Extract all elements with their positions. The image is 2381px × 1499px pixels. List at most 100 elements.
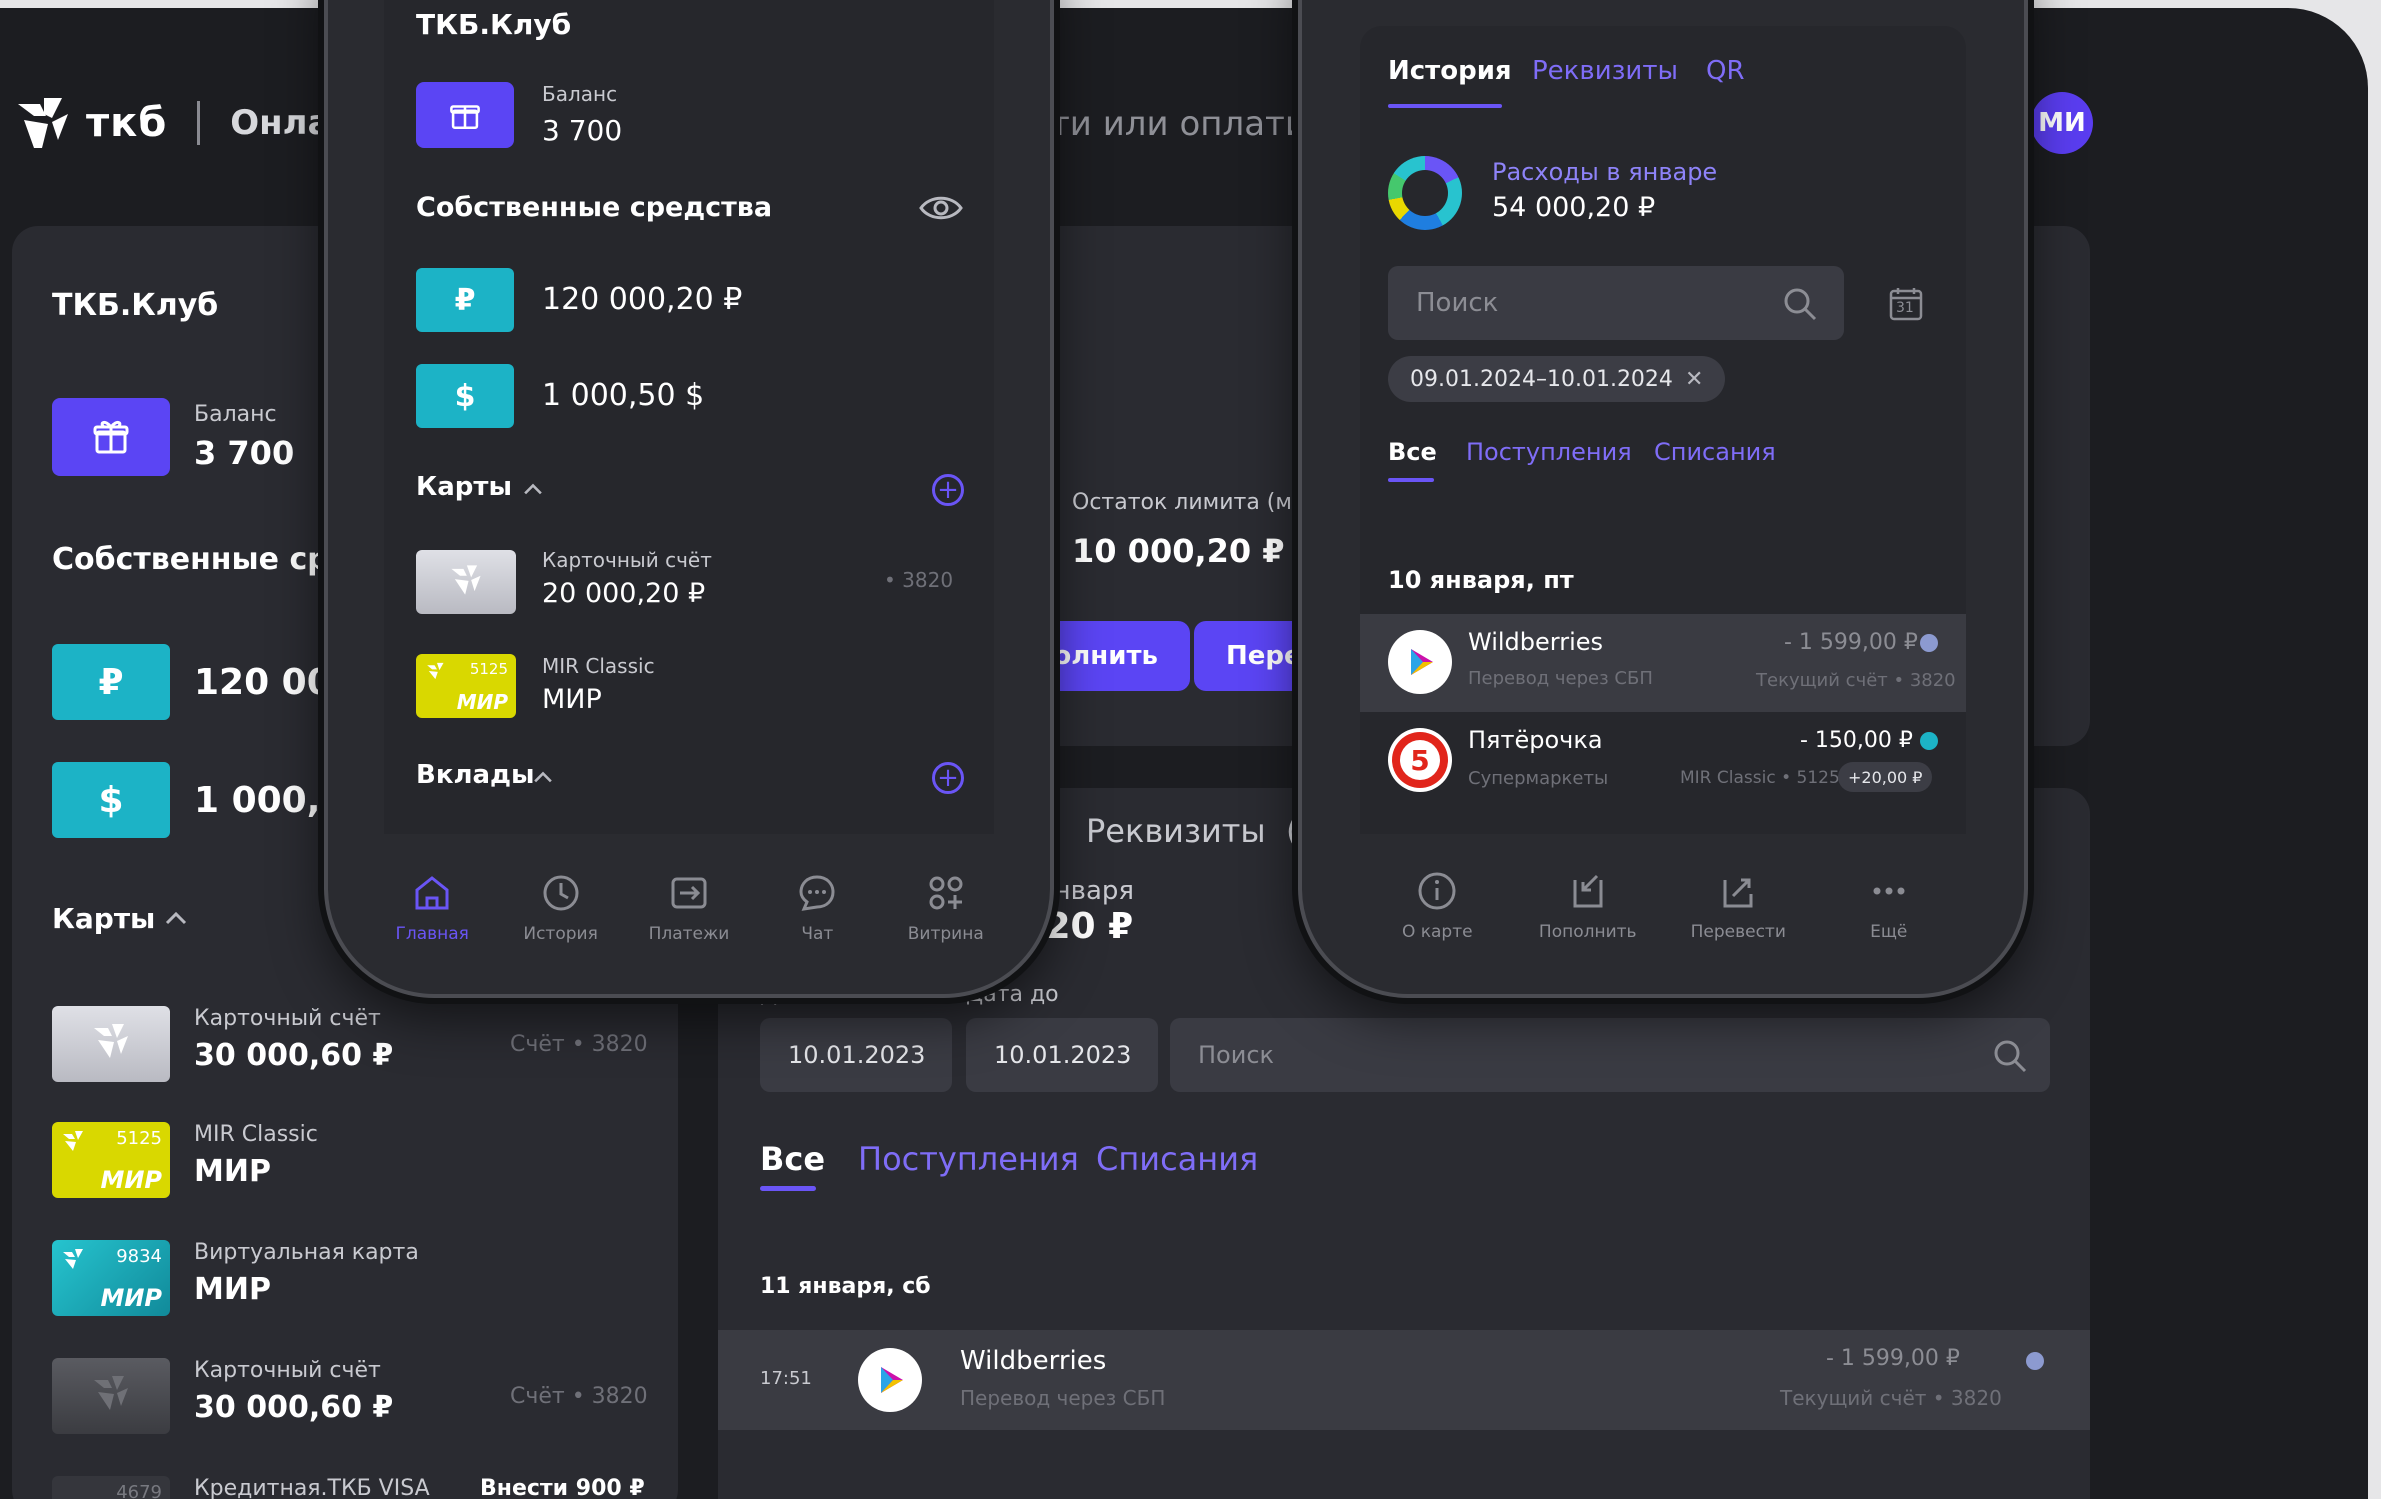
cards-title: Карты bbox=[416, 472, 512, 502]
card-thumbnail[interactable] bbox=[52, 1006, 170, 1082]
date-to-input[interactable]: 10.01.2023 bbox=[966, 1018, 1158, 1092]
search-input[interactable]: Поиск bbox=[1388, 266, 1844, 340]
tab-requisites[interactable]: Реквизиты bbox=[1532, 56, 1678, 86]
transaction-amount: - 1 599,00 ₽ bbox=[1784, 630, 1918, 655]
expenses-label: Расходы в январе bbox=[1492, 158, 1718, 186]
chat-icon bbox=[799, 875, 835, 911]
cards-title: Карты bbox=[52, 902, 156, 935]
nav-chat[interactable]: Чат bbox=[757, 872, 877, 944]
card-thumbnail[interactable]: 5125 МИР bbox=[416, 654, 516, 718]
nav-showcase[interactable]: Витрина bbox=[886, 872, 1006, 944]
tab-qr[interactable]: QR bbox=[1706, 56, 1745, 86]
donut-hole bbox=[1402, 170, 1448, 216]
dollar-icon: $ bbox=[98, 779, 124, 821]
eye-icon[interactable] bbox=[918, 192, 964, 224]
nav-payments[interactable]: Платежи bbox=[629, 872, 749, 944]
tab-requisites[interactable]: Реквизиты bbox=[1086, 812, 1266, 850]
transaction-row[interactable]: 5 Пятёрочка Супермаркеты - 150,00 ₽ MIR … bbox=[1360, 712, 1966, 810]
card-number: 5125 bbox=[116, 1128, 162, 1149]
active-tab-indicator bbox=[1388, 478, 1434, 482]
nav-label: Чат bbox=[801, 924, 834, 944]
nav-label: История bbox=[523, 924, 598, 944]
chevron-up-icon[interactable] bbox=[522, 482, 544, 496]
card-number: 9834 bbox=[116, 1246, 162, 1267]
card-thumbnail[interactable]: 5125 МИР bbox=[52, 1122, 170, 1198]
date-range-chip[interactable]: 09.01.2024–10.01.2024 ✕ bbox=[1388, 356, 1726, 402]
card-thumbnail[interactable]: 4679 bbox=[52, 1476, 170, 1499]
balance-label: Баланс bbox=[542, 82, 618, 106]
add-card-icon[interactable]: + bbox=[932, 474, 964, 506]
avatar[interactable]: МИ bbox=[2031, 92, 2093, 154]
tab-outgoing[interactable]: Списания bbox=[1096, 1140, 1258, 1178]
ruble-icon: ₽ bbox=[454, 282, 476, 318]
chevron-up-icon[interactable] bbox=[164, 910, 188, 926]
mir-brand: МИР bbox=[456, 690, 508, 714]
usd-account-tile[interactable]: $ bbox=[52, 762, 170, 838]
card-name: Карточный счёт bbox=[194, 1006, 381, 1031]
header-search-field[interactable]: ти или оплатит bbox=[1050, 104, 1327, 144]
rub-account-tile[interactable]: ₽ bbox=[416, 268, 514, 332]
status-icon bbox=[1920, 634, 1938, 652]
search-input[interactable]: Поиск bbox=[1170, 1018, 2050, 1092]
chevron-up-icon[interactable] bbox=[532, 770, 554, 784]
tab-all[interactable]: Все bbox=[760, 1140, 825, 1178]
tkb-logo-icon bbox=[451, 565, 481, 595]
transfer-icon bbox=[1723, 878, 1753, 908]
phone-home-screen: ТКБ.Клуб Баланс 3 700 Собственные средст… bbox=[384, 0, 994, 834]
card-thumbnail[interactable] bbox=[416, 550, 516, 614]
tab-outgoing[interactable]: Списания bbox=[1654, 438, 1776, 466]
nav-history[interactable]: История bbox=[501, 872, 621, 944]
tkb-logo-icon bbox=[94, 1376, 128, 1410]
card-balance: МИР bbox=[194, 1154, 271, 1189]
card-name: MIR Classic bbox=[194, 1122, 318, 1147]
action-label: О карте bbox=[1401, 922, 1473, 942]
card-thumbnail[interactable]: 9834 МИР bbox=[52, 1240, 170, 1316]
usd-balance: 1 000,2 bbox=[194, 780, 346, 821]
mir-brand: МИР bbox=[100, 1166, 162, 1194]
transaction-row[interactable]: Wildberries Перевод через СБП - 1 599,00… bbox=[1360, 614, 1966, 712]
add-deposit-icon[interactable]: + bbox=[932, 762, 964, 794]
own-funds-title: Собственные средства bbox=[416, 192, 773, 223]
action-topup[interactable]: Пополнить bbox=[1528, 870, 1648, 942]
tab-history[interactable]: История bbox=[1388, 56, 1512, 86]
club-title: ТКБ.Клуб bbox=[52, 288, 219, 323]
transaction-row[interactable]: 17:51 Wildberries Перевод через СБП - 1 … bbox=[718, 1330, 2090, 1430]
info-icon bbox=[1418, 872, 1456, 910]
action-more[interactable]: Ещё bbox=[1829, 870, 1949, 942]
card-name: MIR Classic bbox=[542, 654, 655, 678]
close-icon[interactable]: ✕ bbox=[1685, 367, 1703, 392]
action-transfer[interactable]: Перевести bbox=[1678, 870, 1798, 942]
date-from-input[interactable]: 10.01.2023 bbox=[760, 1018, 952, 1092]
usd-account-tile[interactable]: $ bbox=[416, 364, 514, 428]
balance-label: Баланс bbox=[194, 402, 277, 427]
card-pay-due[interactable]: Внести 900 ₽ bbox=[480, 1476, 645, 1499]
rub-balance: 120 000,20 ₽ bbox=[542, 282, 743, 317]
tab-partial[interactable]: ( bbox=[1286, 812, 1298, 850]
calendar-icon[interactable]: 31 bbox=[1888, 286, 1924, 322]
calendar-day: 31 bbox=[1896, 300, 1914, 316]
search-icon[interactable] bbox=[1782, 286, 1818, 322]
wildberries-logo-icon bbox=[1388, 630, 1452, 694]
transaction-desc: Супермаркеты bbox=[1468, 768, 1609, 789]
expenses-donut bbox=[1388, 156, 1462, 230]
transaction-account: Текущий счёт • 3820 bbox=[1756, 670, 1956, 691]
gift-icon bbox=[93, 420, 129, 454]
card-balance: 30 000,60 ₽ bbox=[194, 1390, 394, 1425]
tab-incoming[interactable]: Поступления bbox=[858, 1140, 1079, 1178]
check-icon bbox=[1920, 732, 1938, 750]
card-meta: Счёт • 3820 bbox=[510, 1032, 648, 1057]
nav-home[interactable]: Главная bbox=[372, 872, 492, 944]
tab-all[interactable]: Все bbox=[1388, 438, 1437, 466]
logo-text: ткб bbox=[86, 100, 168, 146]
search-icon[interactable] bbox=[1992, 1038, 2028, 1074]
action-card-info[interactable]: О карте bbox=[1377, 870, 1497, 942]
club-balance-tile[interactable] bbox=[416, 82, 514, 148]
club-balance-tile[interactable] bbox=[52, 398, 170, 476]
rub-account-tile[interactable]: ₽ bbox=[52, 644, 170, 720]
limit-value: 10 000,20 ₽ bbox=[1072, 532, 1285, 570]
tab-incoming[interactable]: Поступления bbox=[1466, 438, 1632, 466]
home-icon bbox=[415, 876, 449, 910]
card-thumbnail[interactable] bbox=[52, 1358, 170, 1434]
nav-label: Платежи bbox=[648, 924, 730, 944]
expenses-value: 54 000,20 ₽ bbox=[1492, 192, 1656, 223]
